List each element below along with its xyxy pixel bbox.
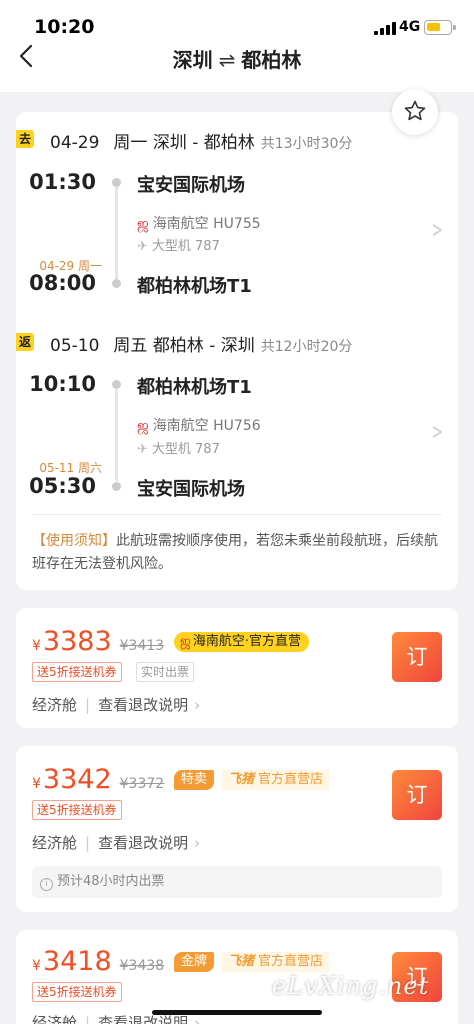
chevron-right-icon: › — [194, 834, 201, 852]
return-dep-time: 10:10 — [29, 372, 96, 396]
old-price: ¥3413 — [119, 638, 165, 654]
notice-title: 【使用须知】 — [32, 533, 116, 549]
book-button[interactable]: 订 — [392, 770, 442, 820]
outbound-route: 深圳 - 都柏林 — [152, 133, 255, 153]
return-aircraft: ✈ 大型机 787 — [137, 442, 220, 457]
offer-price: ¥3418 ¥3438 — [32, 946, 165, 977]
timeline-dot — [112, 482, 121, 491]
timeline-dot — [112, 380, 121, 389]
favorite-button[interactable] — [392, 89, 438, 135]
hainan-airlines-logo-icon: ஜ — [180, 634, 191, 649]
special-sale-badge: 特卖 — [174, 770, 215, 790]
instant-ticket-chip: 实时出票 — [136, 662, 195, 682]
old-price: ¥3438 — [119, 958, 165, 974]
timeline-line — [115, 187, 118, 279]
cabin-class: 经济舱 — [32, 1014, 78, 1024]
info-icon: i — [40, 878, 53, 891]
swap-icon: ⇌ — [218, 48, 236, 72]
watermark: eLvXing.net — [272, 972, 430, 1000]
refund-policy-link[interactable]: 查看退改说明 — [98, 834, 188, 852]
outbound-aircraft: ✈ 大型机 787 — [137, 239, 220, 254]
network-type: 4G — [399, 19, 421, 35]
return-duration: 共12小时20分 — [260, 339, 353, 355]
return-airline: ஜ 海南航空 HU756 — [137, 418, 261, 434]
offer-card[interactable]: ¥3383 ¥3413 ஜ 海南航空·官方直营 送5折接送机券 实时出票 经济舱 | 查… — [16, 608, 458, 728]
fliggy-logo: 飞猪 — [228, 772, 255, 787]
coupon-chip: 送5折接送机券 — [32, 662, 122, 682]
chevron-right-icon: › — [194, 1014, 201, 1024]
refund-policy-link[interactable]: 查看退改说明 — [98, 696, 188, 714]
destination-city: 都柏林 — [241, 48, 302, 72]
plane-icon: ✈ — [137, 442, 148, 457]
timeline-line — [115, 389, 118, 481]
home-indicator — [152, 1010, 322, 1015]
nav-bar: 深圳 ⇌ 都柏林 — [0, 44, 474, 92]
status-bar: 10:20 4G — [0, 0, 474, 44]
outbound-header: 04-29 周一 深圳 - 都柏林 共13小时30分 — [50, 128, 352, 153]
cabin-row: 经济舱 | 查看退改说明 › — [32, 696, 201, 714]
offer-price: ¥3342 ¥3372 — [32, 764, 165, 795]
return-date: 05-10 — [50, 336, 100, 356]
book-button[interactable]: 订 — [392, 632, 442, 682]
outbound-airline: ஜ 海南航空 HU755 — [137, 216, 261, 232]
return-header: 05-10 周五 都柏林 - 深圳 共12小时20分 — [50, 331, 352, 356]
refund-policy-link[interactable]: 查看退改说明 — [98, 1014, 188, 1024]
page-title: 深圳 ⇌ 都柏林 — [0, 44, 474, 73]
old-price: ¥3372 — [119, 776, 165, 792]
outbound-dep-airport: 宝安国际机场 — [137, 175, 245, 196]
return-arr-airport: 宝安国际机场 — [137, 479, 245, 500]
chevron-right-icon[interactable]: > — [432, 218, 443, 243]
ticketing-note: i 预计48小时内出票 — [32, 866, 442, 898]
offer-price: ¥3383 ¥3413 — [32, 626, 165, 657]
shop-badge: 飞猪 官方直营店 — [222, 770, 330, 790]
return-arr-time: 05:30 — [29, 474, 96, 498]
hainan-airlines-logo-icon: ஜ — [137, 216, 149, 232]
star-outline-icon — [404, 100, 426, 121]
shop-badge: 飞猪 官方直营店 — [222, 952, 330, 972]
battery-icon — [424, 20, 456, 35]
cabin-class: 经济舱 — [32, 696, 78, 714]
outbound-tag: 去 — [16, 130, 34, 148]
outbound-dep-time: 01:30 — [29, 170, 96, 194]
outbound-duration: 共13小时30分 — [260, 136, 353, 152]
cabin-row: 经济舱 | 查看退改说明 › — [32, 834, 201, 852]
itinerary-card: 去 04-29 周一 深圳 - 都柏林 共13小时30分 01:30 宝安国际机场 … — [16, 112, 458, 590]
status-time: 10:20 — [34, 16, 95, 38]
return-route: 都柏林 - 深圳 — [152, 336, 255, 356]
return-weekday: 周五 — [113, 336, 148, 356]
usage-notice: 【使用须知】此航班需按顺序使用，若您未乘坐前段航班，后续航班存在无法登机风险。 — [32, 530, 444, 576]
divider — [32, 514, 442, 515]
seller-badge: ஜ 海南航空·官方直营 — [174, 632, 309, 652]
hainan-airlines-logo-icon: ஜ — [137, 418, 149, 434]
coupon-chip: 送5折接送机券 — [32, 800, 122, 820]
outbound-arr-airport: 都柏林机场T1 — [137, 276, 252, 297]
outbound-weekday: 周一 — [113, 133, 148, 153]
fliggy-logo: 飞猪 — [228, 954, 255, 969]
chevron-right-icon: › — [194, 696, 201, 714]
coupon-chip: 送5折接送机券 — [32, 982, 122, 1002]
chevron-right-icon[interactable]: > — [432, 420, 443, 445]
offer-card[interactable]: ¥3342 ¥3372 特卖 飞猪 官方直营店 送5折接送机券 经济舱 | 查看退改说明… — [16, 746, 458, 912]
outbound-date: 04-29 — [50, 133, 100, 153]
return-dep-airport: 都柏林机场T1 — [137, 377, 252, 398]
plane-icon: ✈ — [137, 239, 148, 254]
cabin-class: 经济舱 — [32, 834, 78, 852]
origin-city: 深圳 — [172, 48, 213, 72]
signal-icon — [374, 22, 396, 35]
return-tag: 返 — [16, 333, 34, 351]
timeline-dot — [112, 178, 121, 187]
gold-badge: 金牌 — [174, 952, 215, 972]
timeline-dot — [112, 279, 121, 288]
outbound-arr-time: 08:00 — [29, 271, 96, 295]
